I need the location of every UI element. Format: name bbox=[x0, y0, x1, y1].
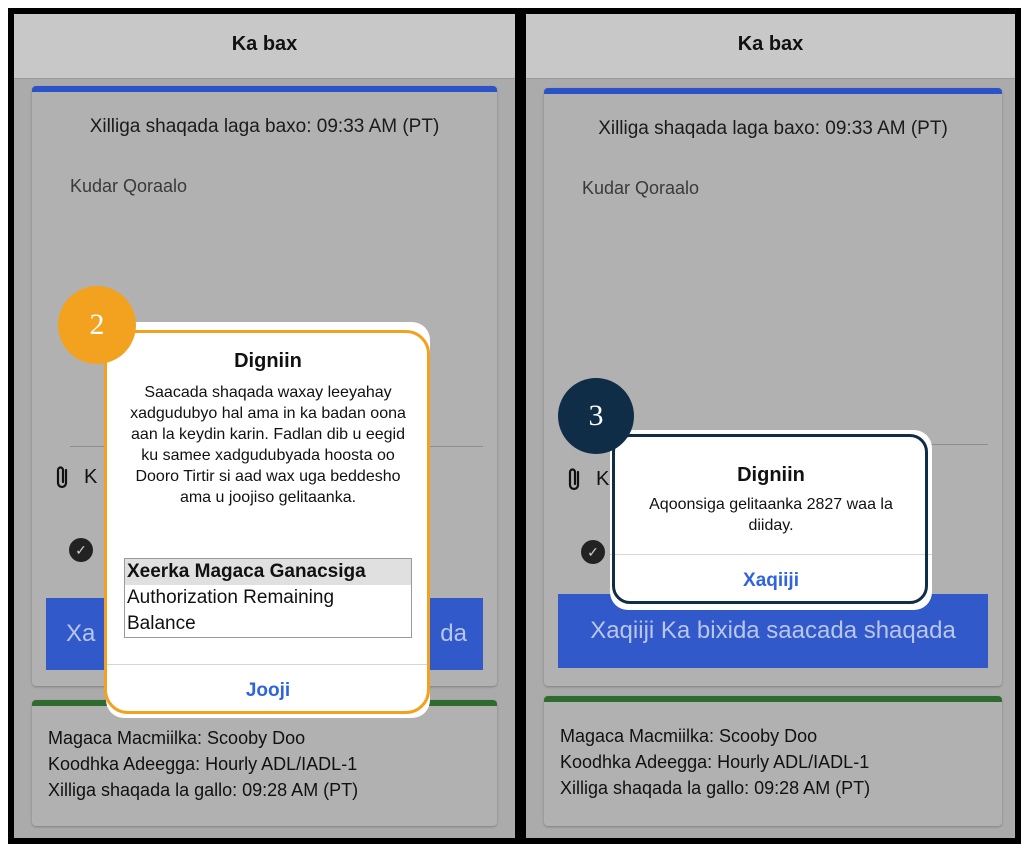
shift-end-time: Xilliga shaqada laga baxo: 09:33 AM (PT) bbox=[598, 118, 948, 139]
step-callout-badge: 2 bbox=[58, 286, 136, 364]
header-title: Ka bax bbox=[526, 14, 1015, 79]
highlight-ring bbox=[612, 434, 928, 604]
attach-label[interactable]: K bbox=[596, 468, 609, 491]
confirm-button-right-text: da bbox=[440, 620, 467, 647]
paperclip-icon[interactable] bbox=[54, 464, 70, 497]
paperclip-icon[interactable] bbox=[566, 466, 582, 499]
step-callout-badge: 3 bbox=[558, 378, 634, 454]
service-code: Koodhka Adeegga: Hourly ADL/IADL-1 bbox=[560, 752, 870, 772]
checkmark-icon[interactable]: ✓ bbox=[69, 538, 93, 562]
client-name: Magaca Macmiilka: Scooby Doo bbox=[48, 728, 306, 748]
left-phone-frame: Ka bax Xilliga shaqada laga baxo: 09:33 … bbox=[8, 8, 521, 844]
checkmark-icon[interactable]: ✓ bbox=[581, 540, 605, 564]
notes-input[interactable]: Kudar Qoraalo bbox=[70, 176, 187, 197]
notes-input[interactable]: Kudar Qoraalo bbox=[582, 178, 699, 199]
service-code: Koodhka Adeegga: Hourly ADL/IADL-1 bbox=[48, 754, 358, 774]
shift-start-time: Xilliga shaqada la gallo: 09:28 AM (PT) bbox=[48, 780, 359, 800]
client-name: Magaca Macmiilka: Scooby Doo bbox=[560, 726, 818, 746]
shift-end-time: Xilliga shaqada laga baxo: 09:33 AM (PT) bbox=[89, 116, 440, 137]
highlight-ring bbox=[104, 330, 430, 714]
attach-label[interactable]: K bbox=[84, 466, 97, 489]
shift-info-card: Magaca Macmiilka: Scooby Doo Koodhka Ade… bbox=[544, 696, 1002, 826]
confirm-button-left-text: Xa bbox=[66, 620, 96, 647]
header-title: Ka bax bbox=[14, 14, 515, 79]
right-screen: Ka bax Xilliga shaqada laga baxo: 09:33 … bbox=[526, 14, 1015, 838]
left-screen: Ka bax Xilliga shaqada laga baxo: 09:33 … bbox=[14, 14, 515, 838]
shift-start-time: Xilliga shaqada la gallo: 09:28 AM (PT) bbox=[560, 778, 871, 798]
shift-info-card: Magaca Macmiilka: Scooby Doo Koodhka Ade… bbox=[32, 700, 497, 826]
right-phone-frame: Ka bax Xilliga shaqada laga baxo: 09:33 … bbox=[520, 8, 1021, 844]
